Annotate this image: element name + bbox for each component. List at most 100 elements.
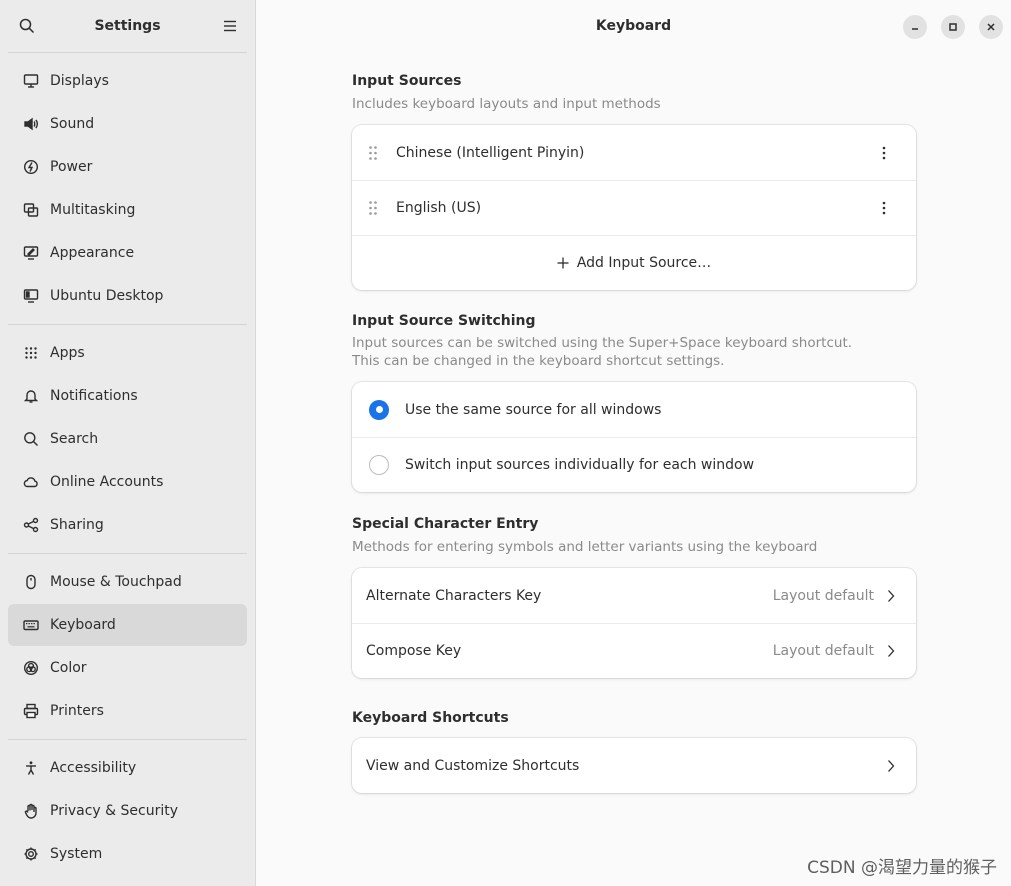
sidebar-item-label: Search [50, 431, 99, 447]
apps-grid-icon [22, 344, 40, 362]
close-icon [987, 23, 995, 31]
watermark: CSDN @渴望力量的猴子 [807, 858, 997, 878]
sidebar-item-label: Sharing [50, 517, 104, 533]
sidebar-item-label: Notifications [50, 388, 138, 404]
chevron-right-icon [884, 759, 898, 773]
switching-card: Use the same source for all windows Swit… [352, 382, 916, 492]
sidebar-item-appearance[interactable]: Appearance [8, 232, 247, 274]
alternate-characters-row[interactable]: Alternate Characters Key Layout default [352, 568, 916, 623]
sidebar-item-accessibility[interactable]: Accessibility [8, 747, 247, 789]
option-same-source[interactable]: Use the same source for all windows [352, 382, 916, 437]
maximize-button[interactable] [941, 15, 965, 39]
maximize-icon [949, 23, 957, 31]
special-card: Alternate Characters Key Layout default … [352, 568, 916, 678]
multitasking-icon [22, 201, 40, 219]
switching-subtitle: Input sources can be switched using the … [352, 334, 916, 370]
sidebar-group-system: Accessibility Privacy & Security System [0, 740, 255, 882]
input-source-row[interactable]: Chinese (Intelligent Pinyin) [352, 125, 916, 180]
close-button[interactable] [979, 15, 1003, 39]
cloud-icon [22, 473, 40, 491]
minimize-button[interactable] [903, 15, 927, 39]
shortcuts-card: View and Customize Shortcuts [352, 738, 916, 793]
sidebar-item-label: Online Accounts [50, 474, 164, 490]
switching-subtitle-line2: This can be changed in the keyboard shor… [352, 353, 725, 369]
special-title: Special Character Entry [352, 516, 539, 532]
search-icon [19, 18, 35, 34]
main-header: Keyboard [256, 0, 1011, 52]
input-sources-subtitle: Includes keyboard layouts and input meth… [352, 96, 661, 112]
color-icon [22, 659, 40, 677]
hamburger-icon [224, 20, 236, 32]
switching-title: Input Source Switching [352, 313, 536, 329]
hand-icon [22, 802, 40, 820]
share-icon [22, 516, 40, 534]
speaker-icon [22, 115, 40, 133]
sidebar-group-devices: Mouse & Touchpad Keyboard Color Printers [0, 554, 255, 739]
chevron-right-icon [884, 644, 898, 658]
sidebar-item-displays[interactable]: Displays [8, 60, 247, 102]
sidebar-item-printers[interactable]: Printers [8, 690, 247, 732]
sidebar-item-system[interactable]: System [8, 833, 247, 875]
sidebar-item-label: Accessibility [50, 760, 137, 776]
alternate-characters-value: Layout default [772, 587, 874, 604]
sidebar-item-label: Ubuntu Desktop [50, 288, 164, 304]
sidebar-item-privacy-security[interactable]: Privacy & Security [8, 790, 247, 832]
view-shortcuts-row[interactable]: View and Customize Shortcuts [352, 738, 916, 793]
more-options-icon[interactable] [874, 143, 894, 163]
sidebar-item-power[interactable]: Power [8, 146, 247, 188]
sidebar-group-hardware: Displays Sound Power Multitasking Appear… [0, 53, 255, 324]
drag-handle-icon[interactable] [368, 200, 380, 216]
more-options-icon[interactable] [874, 198, 894, 218]
add-input-source-label: Add Input Source… [576, 255, 712, 271]
sidebar-header: Settings [0, 0, 255, 52]
sidebar-item-label: Keyboard [50, 617, 116, 633]
radio-selected[interactable] [369, 399, 389, 420]
keyboard-icon [22, 616, 40, 634]
sidebar-item-mouse-touchpad[interactable]: Mouse & Touchpad [8, 561, 247, 603]
option-individual-label: Switch input sources individually for ea… [405, 457, 755, 473]
power-icon [22, 158, 40, 176]
sidebar-item-label: Power [50, 159, 93, 175]
compose-key-row[interactable]: Compose Key Layout default [352, 623, 916, 678]
sidebar-item-label: System [50, 846, 103, 862]
menu-button[interactable] [219, 15, 241, 37]
input-source-label: Chinese (Intelligent Pinyin) [396, 144, 585, 161]
content: Input Sources Includes keyboard layouts … [352, 60, 916, 793]
sidebar-item-online-accounts[interactable]: Online Accounts [8, 461, 247, 503]
minimize-icon [912, 28, 918, 30]
add-input-source-button[interactable]: Add Input Source… [352, 235, 916, 290]
sidebar-item-sharing[interactable]: Sharing [8, 504, 247, 546]
chevron-right-icon [884, 589, 898, 603]
shortcuts-title: Keyboard Shortcuts [352, 710, 509, 726]
sidebar-item-label: Color [50, 660, 87, 676]
search-button[interactable] [16, 15, 38, 37]
settings-window: Settings Displays Sound Power Multitaski… [0, 0, 1011, 886]
display-icon [22, 72, 40, 90]
drag-handle-icon[interactable] [368, 145, 380, 161]
sidebar-item-notifications[interactable]: Notifications [8, 375, 247, 417]
sidebar-title: Settings [94, 18, 161, 34]
sidebar-item-ubuntu-desktop[interactable]: Ubuntu Desktop [8, 275, 247, 317]
input-sources-title: Input Sources [352, 73, 462, 89]
option-individual-source[interactable]: Switch input sources individually for ea… [352, 437, 916, 492]
sidebar-item-label: Privacy & Security [50, 803, 178, 819]
sidebar-item-color[interactable]: Color [8, 647, 247, 689]
appearance-icon [22, 244, 40, 262]
sidebar-item-apps[interactable]: Apps [8, 332, 247, 374]
sidebar-item-keyboard[interactable]: Keyboard [8, 604, 247, 646]
sidebar: Settings Displays Sound Power Multitaski… [0, 0, 256, 886]
window-controls [903, 15, 1003, 39]
mouse-icon [22, 573, 40, 591]
gear-icon [22, 845, 40, 863]
desktop-icon [22, 287, 40, 305]
sidebar-item-search[interactable]: Search [8, 418, 247, 460]
sidebar-item-label: Mouse & Touchpad [50, 574, 182, 590]
radio-unselected[interactable] [369, 455, 389, 475]
sidebar-item-sound[interactable]: Sound [8, 103, 247, 145]
option-same-label: Use the same source for all windows [405, 401, 662, 418]
sidebar-item-multitasking[interactable]: Multitasking [8, 189, 247, 231]
plus-icon [557, 257, 569, 269]
page-title: Keyboard [595, 18, 672, 34]
input-source-row[interactable]: English (US) [352, 180, 916, 235]
sidebar-item-label: Multitasking [50, 202, 136, 218]
